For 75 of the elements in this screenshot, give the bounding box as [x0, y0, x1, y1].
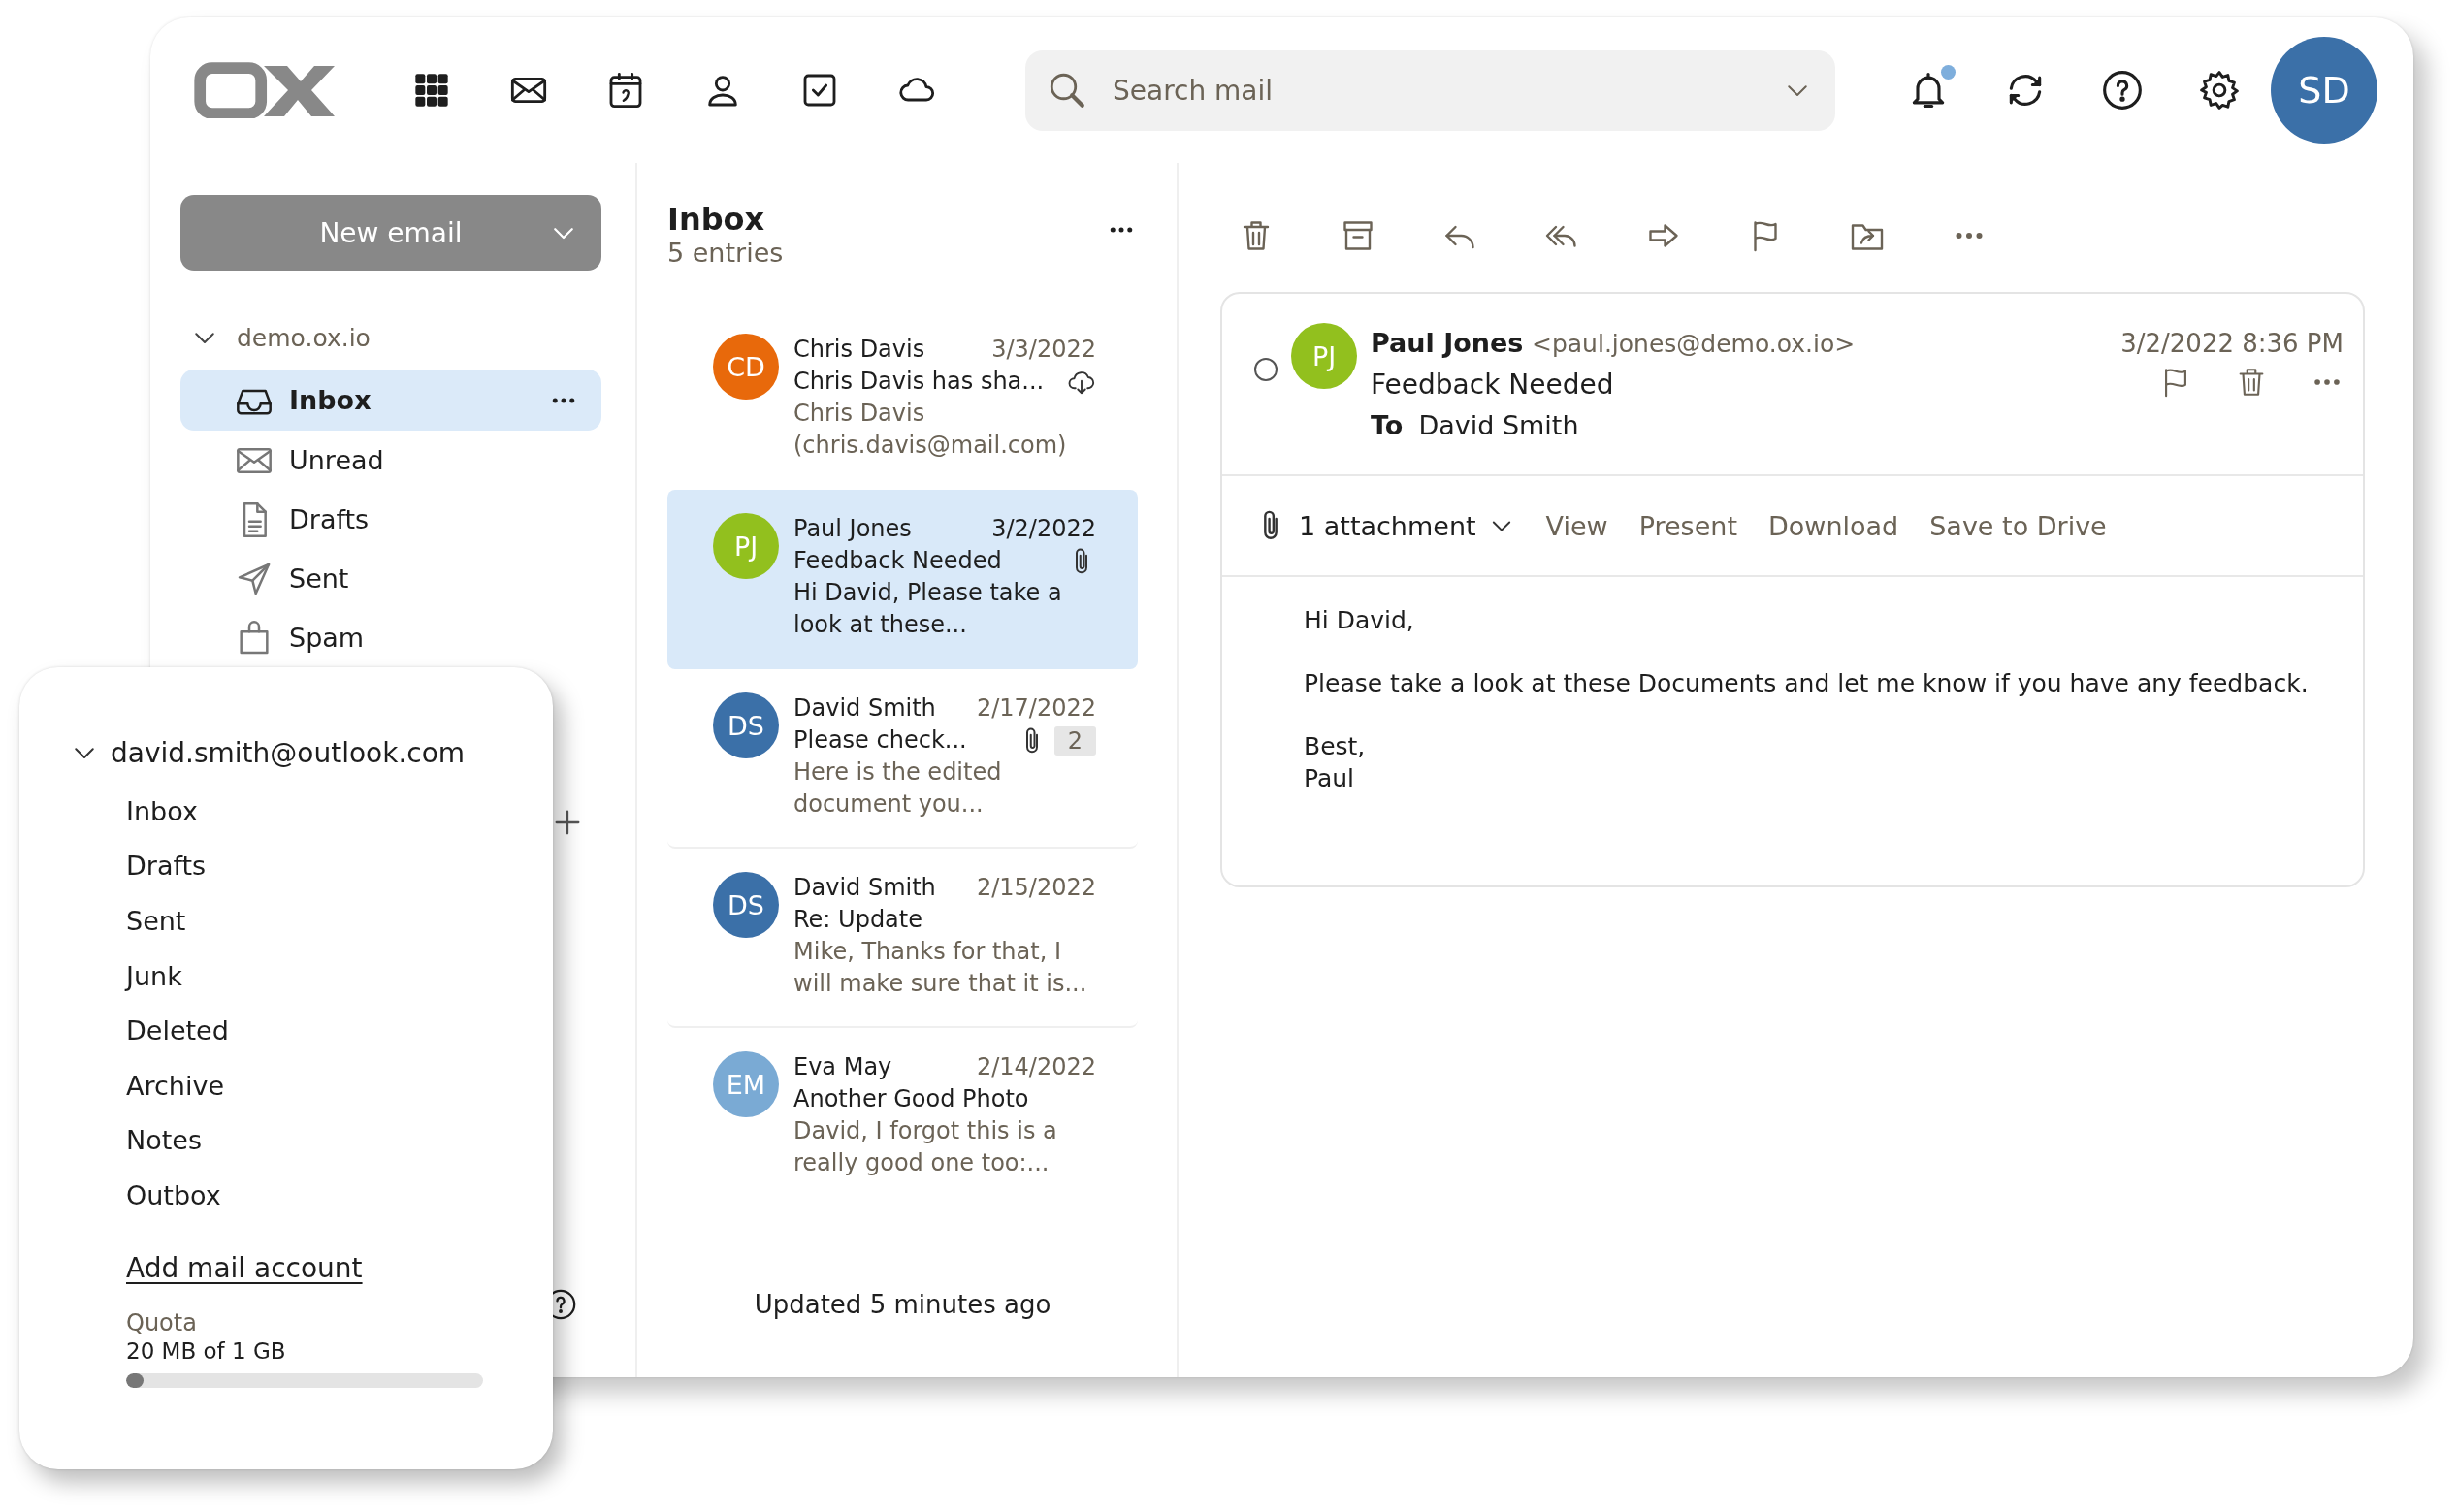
archive-icon[interactable]: [1341, 218, 1375, 253]
sender-name: Paul Jones: [793, 514, 913, 544]
quota-label: Quota: [126, 1308, 198, 1336]
sender-address: <paul.jones@demo.ox.io>: [1531, 330, 1856, 358]
account-name[interactable]: demo.ox.io: [237, 323, 371, 352]
mail-item[interactable]: DS David Smith 2/17/2022 Please check... 2 Here is the edited document you...: [667, 669, 1138, 849]
attachment-action[interactable]: View: [1545, 510, 1608, 541]
select-radio[interactable]: [1254, 358, 1278, 381]
folder-item[interactable]: Sent: [180, 549, 601, 608]
message-subject: Feedback Needed: [1371, 368, 1615, 402]
sender-name: David Smith: [793, 873, 937, 903]
mail-date: 3/3/2022: [991, 335, 1096, 365]
folder-item[interactable]: Inbox: [180, 370, 601, 431]
folder-item[interactable]: Drafts: [126, 851, 207, 882]
mail-item[interactable]: CD Chris Davis 3/3/2022 Chris Davis has sha... Chris Davis (chris.davis@mail.com): [667, 310, 1138, 490]
sender-name: Paul Jones: [1371, 328, 1524, 358]
mail-preview: Mike, Thanks for that, I will make sure that it is...: [793, 937, 1088, 999]
attachment-toggle[interactable]: 1 attachment: [1299, 510, 1476, 541]
sender-avatar: CD: [713, 334, 779, 400]
folder-item[interactable]: Spam: [180, 608, 601, 667]
mail-preview: Here is the edited document you...: [793, 757, 1003, 820]
mail-date: 3/2/2022: [991, 514, 1096, 544]
folder-item[interactable]: Deleted: [126, 1015, 229, 1046]
folder-item[interactable]: Drafts: [180, 490, 601, 549]
attachment-action[interactable]: Download: [1768, 510, 1899, 541]
recipient-name: David Smith: [1418, 410, 1579, 440]
mail-date: 2/17/2022: [976, 693, 1096, 724]
mail-subject: Another Good Photo: [793, 1084, 1030, 1114]
search-field[interactable]: Search mail: [1025, 49, 1835, 131]
mail-preview: David, I forgot this is a really good one too:...: [793, 1116, 1058, 1178]
sender-avatar: EM: [713, 1051, 779, 1117]
entry-count: 5 entries: [667, 237, 785, 270]
folder-item[interactable]: Junk: [126, 960, 182, 991]
update-status: Updated 5 minutes ago: [754, 1290, 1051, 1319]
folder-item[interactable]: Outbox: [126, 1179, 221, 1210]
mail-date: 2/14/2022: [976, 1052, 1096, 1082]
settings-icon[interactable]: [2198, 69, 2241, 112]
folder-item[interactable]: Archive: [126, 1070, 225, 1101]
folder-item[interactable]: Unread: [180, 431, 601, 490]
sender-name: Eva May: [793, 1052, 893, 1082]
help-icon[interactable]: [2101, 69, 2144, 112]
mail-subject: Re: Update: [793, 905, 923, 935]
apps-grid-icon[interactable]: [412, 71, 451, 110]
attachment-action[interactable]: Present: [1638, 510, 1737, 541]
add-account-link[interactable]: Add mail account: [126, 1251, 363, 1284]
thread-count: 2: [1053, 725, 1096, 756]
mail-preview: Hi David, Please take a look at these...: [793, 578, 1063, 640]
attachment-action[interactable]: Save to Drive: [1929, 510, 2107, 541]
mail-preview: Chris Davis (chris.davis@mail.com): [793, 399, 1068, 461]
mail-subject: Feedback Needed: [793, 546, 1003, 576]
sender-name: Chris Davis: [793, 335, 926, 365]
folder-item[interactable]: Notes: [126, 1125, 202, 1156]
mail-item[interactable]: DS David Smith 2/15/2022 Re: Update Mike, Thanks for that, I will make sure that it is...: [667, 849, 1138, 1028]
sender-avatar: PJ: [713, 513, 779, 579]
mail-subject: Please check...: [793, 725, 968, 756]
sender-avatar: DS: [713, 692, 779, 758]
mail-date: 2/15/2022: [976, 873, 1096, 903]
mail-subject: Chris Davis has sha...: [793, 367, 1046, 397]
folder-title: Inbox: [667, 202, 766, 237]
to-label: To: [1371, 410, 1404, 440]
new-email-button[interactable]: New email: [180, 195, 601, 271]
folder-item[interactable]: Inbox: [126, 795, 198, 826]
account-name[interactable]: david.smith@outlook.com: [111, 736, 466, 769]
sender-avatar: DS: [713, 872, 779, 938]
mail-item[interactable]: EM Eva May 2/14/2022 Another Good Photo David, I forgot this is a really good one too:...: [667, 1028, 1138, 1207]
message-paragraph: Hi David,: [1304, 605, 1415, 636]
message-paragraph: Best, Paul: [1304, 731, 1367, 794]
message-paragraph: Please take a look at these Documents and let me know if you have any feedback.: [1304, 668, 2310, 699]
message-date: 3/2/2022 8:36 PM: [2120, 328, 2344, 360]
user-avatar[interactable]: SD: [2271, 37, 2377, 144]
mail-item[interactable]: PJ Paul Jones 3/2/2022 Feedback Needed Hi David, Please take a look at these...: [667, 490, 1138, 669]
sender-avatar: PJ: [1291, 323, 1357, 389]
quota-usage: 20 MB of 1 GB: [126, 1337, 287, 1364]
folder-item[interactable]: Sent: [126, 906, 186, 936]
sender-name: David Smith: [793, 693, 937, 724]
